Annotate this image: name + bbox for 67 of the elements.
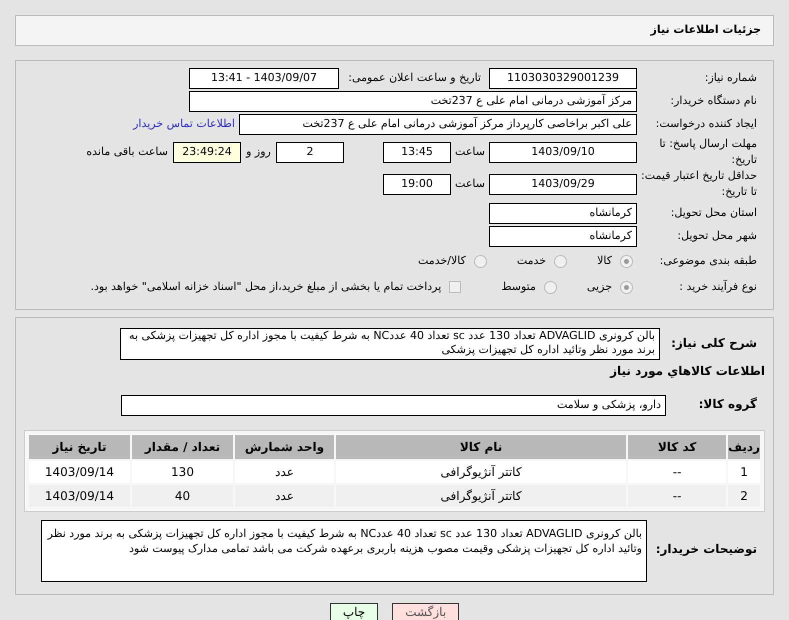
checkbox[interactable] — [449, 281, 462, 293]
radio-button[interactable] — [620, 254, 633, 268]
radio-button[interactable] — [620, 280, 633, 294]
column-header: کد کالا — [628, 434, 726, 458]
value-field: 2 — [276, 142, 344, 162]
field-label: شهر محل تحویل: — [677, 229, 757, 242]
table-cell: -- — [628, 460, 726, 482]
radio-button[interactable] — [554, 254, 568, 268]
table-cell: 130 — [132, 460, 233, 482]
table-cell: 1 — [728, 460, 760, 482]
field-label: شماره نیاز: — [704, 71, 757, 84]
checkbox-label: پرداخت تمام یا بخشی از مبلغ خرید،از محل "اسناد خزانه اسلامی" خواهد بود. — [90, 278, 442, 295]
radio-button[interactable] — [544, 280, 557, 294]
field-label: نام دستگاه خریدار: — [670, 94, 757, 108]
value-field: 13:45 — [383, 142, 451, 162]
column-header: تاریخ نیاز — [29, 434, 130, 458]
field-label: تاریخ و ساعت اعلان عمومی: — [348, 71, 481, 84]
field-label: ساعت — [454, 176, 486, 192]
notes-field: بالن کرونری ADVAGLID تعداد 130 عدد sc تعداد 40 عددNC به شرط کیفیت با مجوز اداره کل تجهیزات پزشکی به برند مورد نظر وتائید اداره کل تجهیزات پزشکی وقیمت مصوب هزینه باربری برعهده شرکت می باشد تمامی مدارک پیوست شود — [41, 520, 647, 582]
table-cell: عدد — [235, 460, 334, 482]
table-cell: -- — [628, 484, 726, 506]
value-field: 1103030329001239 — [489, 68, 637, 89]
value-field: کرمانشاه — [489, 203, 637, 224]
radio-label: جزیی — [586, 278, 612, 295]
value-field: دارو، پزشکی و سلامت — [121, 394, 666, 416]
section-heading: اطلاعات کالاهاي مورد نياز — [610, 364, 765, 378]
value-field: 1403/09/07 - 13:41 — [189, 68, 339, 89]
field-label: نوع فرآیند خرید : — [679, 280, 757, 293]
field-label: ساعت — [454, 144, 486, 160]
field-label: روز و — [244, 144, 272, 160]
table-cell: 40 — [132, 484, 233, 506]
value-field: مرکز آموزشی درمانی امام علی ع 237تخت — [189, 91, 637, 112]
table-cell: کاتتر آنژیوگرافی — [336, 460, 626, 482]
print-button[interactable]: چاپ — [330, 602, 378, 620]
table-cell: 1403/09/14 — [29, 484, 130, 506]
field-label: طبقه بندی موضوعی: — [660, 254, 757, 267]
radio-label: خدمت — [516, 252, 546, 269]
table-cell: 1403/09/14 — [29, 460, 130, 482]
table-cell: عدد — [235, 484, 334, 506]
field-label: ایجاد کننده درخواست: — [656, 117, 757, 130]
column-header: تعداد / مقدار — [132, 434, 233, 458]
column-header: واحد شمارش — [235, 434, 334, 458]
value-field: علی اکبر براخاصی کارپرداز مرکز آموزشی درمانی امام علی ع 237تخت — [239, 114, 637, 135]
radio-label: متوسط — [501, 278, 536, 295]
field-label: حداقل تاریخ اعتبار قیمت: تا تاریخ: — [641, 168, 757, 198]
table-cell: 2 — [728, 484, 760, 506]
radio-label: کالا/خدمت — [418, 252, 466, 269]
countdown-field: 23:49:24 — [173, 142, 241, 162]
field-label: توضیحات خریدار: — [656, 542, 757, 556]
value-field: 1403/09/10 — [489, 142, 637, 162]
column-header: نام کالا — [336, 434, 626, 458]
description-field: بالن کرونری ADVAGLID تعداد 130 عدد sc تعداد 40 عددNC به شرط کیفیت با مجوز اداره کل تجهیزات پزشکی به برند مورد نظر وتائید اداره کل تجهیزات پزشکی — [120, 328, 660, 360]
value-field: کرمانشاه — [489, 226, 637, 247]
field-label: ساعت باقی مانده — [86, 144, 168, 160]
value-field: 1403/09/29 — [489, 174, 637, 194]
column-header: ردیف — [728, 434, 760, 458]
field-label: گروه کالا: — [698, 396, 757, 411]
field-label: مهلت ارسال پاسخ: تا تاریخ: — [659, 136, 757, 166]
radio-label: کالا — [597, 252, 612, 269]
header-bar: جزئیات اطلاعات نیاز — [15, 15, 774, 46]
radio-button[interactable] — [474, 254, 487, 268]
table-cell: کاتتر آنژیوگرافی — [336, 484, 626, 506]
field-label: استان محل تحویل: — [670, 206, 757, 220]
field-label: شرح کلی نیاز: — [671, 336, 757, 350]
value-field: 19:00 — [383, 174, 451, 194]
back-button[interactable]: بازگشت — [392, 602, 460, 620]
contact-link[interactable]: اطلاعات تماس خریدار — [133, 116, 235, 133]
